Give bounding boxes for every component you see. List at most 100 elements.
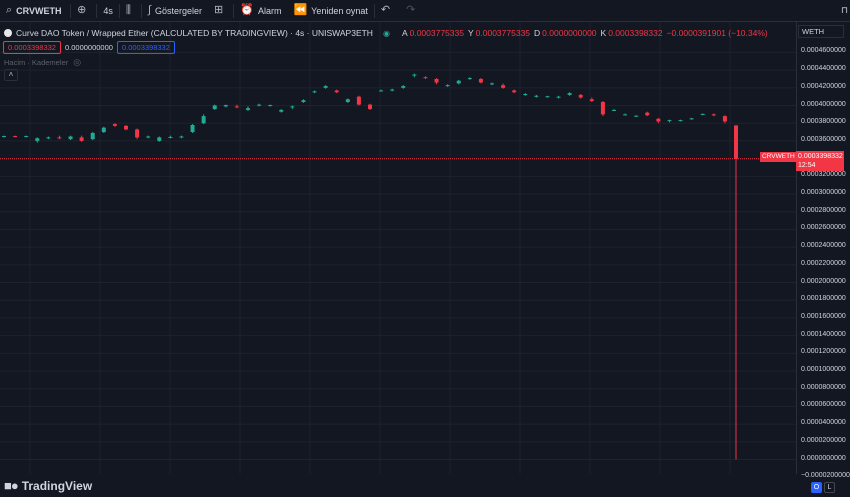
price-tick-label: 0.0002600000	[801, 224, 846, 232]
candle[interactable]	[13, 135, 18, 138]
candle[interactable]	[634, 115, 639, 118]
candle[interactable]	[124, 124, 128, 131]
candle-body	[567, 93, 572, 95]
countdown-value: 12:54	[798, 162, 816, 169]
symbol-label: CRVWETH	[16, 5, 62, 16]
chart-legend: Curve DAO Token / Wrapped Ether (CALCULA…	[0, 27, 772, 39]
undo-icon: ↶	[380, 4, 391, 16]
chart-type-button[interactable]: ⫼	[120, 0, 141, 22]
volume-indicator-legend[interactable]: Hacim · Kademeler ◎	[4, 57, 81, 68]
candle-body	[190, 124, 195, 133]
candle[interactable]	[2, 135, 6, 138]
log-scale-button[interactable]: O	[811, 482, 822, 493]
candle-body	[334, 90, 339, 93]
scale-mode-buttons: O L	[811, 482, 837, 493]
candle-body	[512, 90, 517, 93]
sell-button[interactable]: 0.0003398332	[3, 41, 61, 54]
eye-icon[interactable]: ◎	[73, 57, 81, 68]
candle[interactable]	[412, 73, 417, 78]
candle[interactable]	[523, 93, 528, 96]
candle[interactable]	[678, 119, 683, 122]
candle[interactable]	[423, 76, 428, 79]
candle[interactable]	[556, 95, 561, 99]
high-label: Y	[467, 28, 474, 38]
candle[interactable]	[478, 78, 483, 84]
candle[interactable]	[545, 95, 550, 98]
price-tick-label: 0.0004600000	[801, 47, 846, 55]
interval-button[interactable]: 4s	[97, 0, 119, 22]
currency-selector[interactable]: WETH	[798, 25, 844, 38]
candle[interactable]	[645, 111, 650, 117]
candle-body	[501, 85, 506, 88]
candle[interactable]	[390, 88, 395, 92]
collapse-legend-button[interactable]: ˄	[4, 69, 18, 81]
price-chart[interactable]	[0, 22, 796, 474]
candle[interactable]	[612, 109, 616, 111]
candle-body	[301, 100, 306, 102]
candle[interactable]	[135, 128, 140, 140]
candle[interactable]	[268, 104, 273, 107]
candle[interactable]	[112, 123, 117, 127]
replay-button[interactable]: ⏪ Yeniden oynat	[287, 0, 373, 22]
templates-button[interactable]: ⊞	[208, 0, 233, 22]
candle[interactable]	[312, 90, 317, 94]
price-tick-label: 0.0000800000	[801, 383, 846, 391]
candle[interactable]	[168, 135, 173, 139]
candle[interactable]	[467, 77, 472, 80]
candle-body	[257, 104, 262, 106]
candle[interactable]	[534, 94, 539, 98]
candle[interactable]	[24, 135, 29, 138]
candle[interactable]	[578, 94, 583, 99]
alert-label: Alarm	[257, 5, 282, 16]
candle[interactable]	[722, 115, 727, 124]
candle[interactable]	[600, 101, 605, 117]
candle[interactable]	[334, 89, 339, 94]
price-tick-label: 0.0004000000	[801, 100, 846, 108]
indicators-button[interactable]: ∫ Göstergeler	[142, 0, 208, 22]
candle[interactable]	[356, 95, 361, 106]
layout-menu-icon[interactable]: ⊓	[841, 5, 848, 16]
candle[interactable]	[190, 124, 195, 133]
candle[interactable]	[689, 117, 694, 120]
candle[interactable]	[456, 79, 461, 85]
candle[interactable]	[35, 137, 40, 143]
candle[interactable]	[101, 126, 106, 133]
candle[interactable]	[345, 98, 350, 103]
candle[interactable]	[434, 78, 439, 85]
candle[interactable]	[279, 109, 284, 113]
alert-button[interactable]: ⏰ Alarm	[234, 0, 287, 22]
crv-token-icon	[4, 29, 12, 37]
candle[interactable]	[623, 113, 628, 116]
redo-button[interactable]: ↷	[400, 0, 425, 22]
rewind-icon: ⏪	[293, 4, 308, 16]
candle[interactable]	[445, 84, 450, 87]
candle[interactable]	[246, 106, 250, 111]
market-status-icon[interactable]: ◉	[383, 29, 390, 38]
candle[interactable]	[57, 135, 62, 140]
candle[interactable]	[667, 119, 672, 123]
auto-scale-button[interactable]: L	[824, 482, 835, 493]
compare-button[interactable]: ⊕	[71, 0, 96, 22]
candle[interactable]	[700, 113, 705, 116]
tradingview-logo[interactable]: ■● TradingView	[4, 478, 92, 493]
candle[interactable]	[734, 125, 738, 460]
candle[interactable]	[68, 135, 73, 141]
candle[interactable]	[179, 135, 184, 139]
undo-button[interactable]: ↶	[375, 0, 400, 22]
candle[interactable]	[368, 103, 372, 110]
candle[interactable]	[201, 114, 206, 125]
candle[interactable]	[567, 92, 572, 96]
candle[interactable]	[46, 136, 51, 140]
candle[interactable]	[490, 82, 494, 86]
candle[interactable]	[512, 89, 517, 94]
candle[interactable]	[146, 135, 151, 139]
symbol-search[interactable]: ⌕ CRVWETH	[0, 0, 70, 22]
candle[interactable]	[711, 113, 716, 117]
candle[interactable]	[301, 99, 306, 103]
buy-button[interactable]: 0.0003398332	[116, 41, 175, 54]
candle[interactable]	[79, 135, 84, 142]
candle-body	[323, 86, 328, 88]
tv-logo-icon: ■●	[4, 478, 19, 493]
candle[interactable]	[290, 105, 295, 110]
candle[interactable]	[90, 132, 95, 141]
